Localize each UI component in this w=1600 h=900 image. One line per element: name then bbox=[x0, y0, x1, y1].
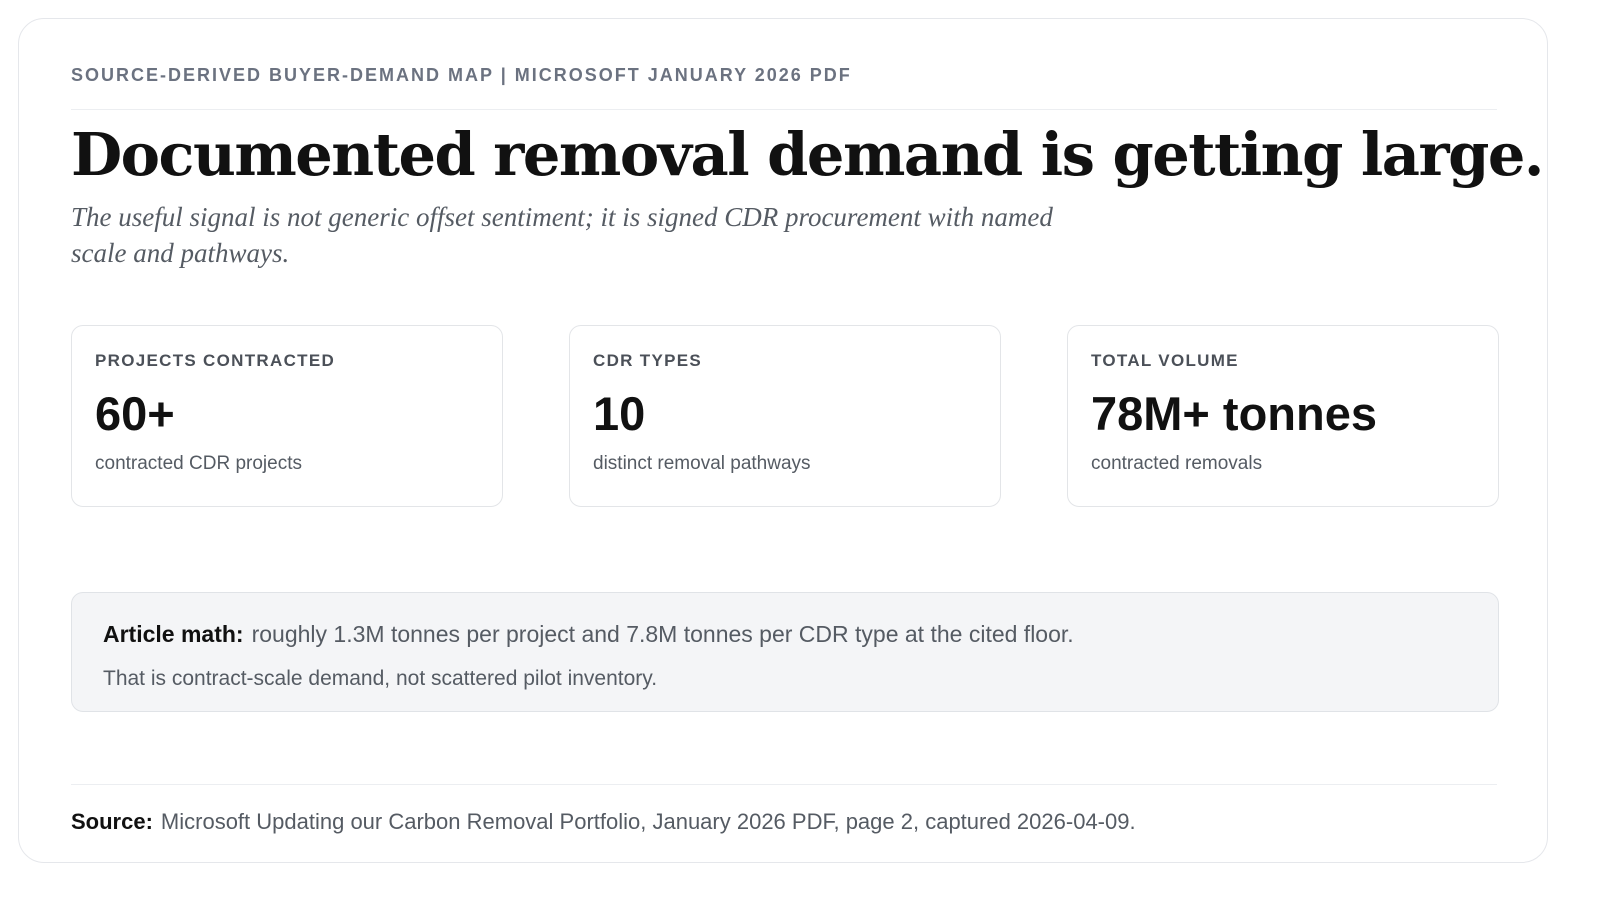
callout-followup: That is contract-scale demand, not scatt… bbox=[103, 667, 658, 690]
stat-card-cdr-types: CDR TYPES 10 distinct removal pathways bbox=[569, 325, 1001, 507]
stat-value: 10 bbox=[593, 387, 646, 440]
stat-value: 78M+ tonnes bbox=[1091, 387, 1377, 440]
stat-note: distinct removal pathways bbox=[593, 453, 811, 474]
stat-note: contracted CDR projects bbox=[95, 453, 302, 474]
page-title: Documented removal demand is getting lar… bbox=[71, 120, 1544, 189]
report-card: SOURCE-DERIVED BUYER-DEMAND MAP | MICROS… bbox=[18, 18, 1548, 863]
stat-label: CDR TYPES bbox=[593, 351, 702, 370]
stat-value: 60+ bbox=[95, 387, 175, 440]
source-key: Source: bbox=[71, 809, 153, 834]
source-text: Microsoft Updating our Carbon Removal Po… bbox=[160, 809, 1136, 834]
page-subtitle: The useful signal is not generic offset … bbox=[71, 202, 1053, 268]
callout-text: roughly 1.3M tonnes per project and 7.8M… bbox=[251, 621, 1074, 647]
callout-key: Article math: bbox=[103, 621, 244, 647]
article-math-callout: Article math: roughly 1.3M tonnes per pro… bbox=[71, 592, 1499, 712]
top-divider bbox=[71, 109, 1497, 110]
bottom-divider bbox=[71, 784, 1497, 785]
eyebrow-label: SOURCE-DERIVED BUYER-DEMAND MAP | MICROS… bbox=[71, 65, 852, 85]
callout-main-line: Article math: roughly 1.3M tonnes per pro… bbox=[103, 621, 1074, 648]
stat-card-projects: PROJECTS CONTRACTED 60+ contracted CDR p… bbox=[71, 325, 503, 507]
stat-card-total-volume: TOTAL VOLUME 78M+ tonnes contracted remo… bbox=[1067, 325, 1499, 507]
source-line: Source: Microsoft Updating our Carbon Rem… bbox=[71, 809, 1136, 835]
stat-note: contracted removals bbox=[1091, 453, 1263, 474]
stat-label: PROJECTS CONTRACTED bbox=[95, 351, 336, 370]
stat-label: TOTAL VOLUME bbox=[1091, 351, 1239, 370]
